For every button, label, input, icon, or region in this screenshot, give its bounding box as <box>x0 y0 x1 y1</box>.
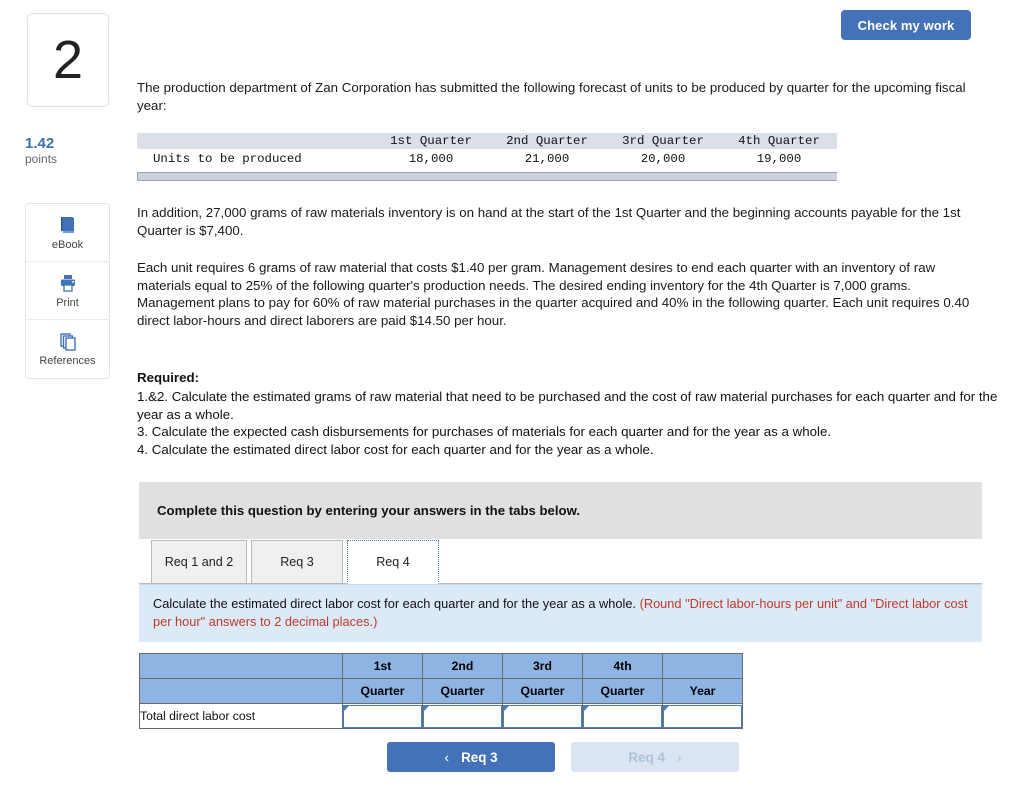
answer-table: 1st 2nd 3rd 4th Quarter Quarter Quarter … <box>139 653 743 729</box>
print-button[interactable]: Print <box>26 262 109 320</box>
tab-req-3[interactable]: Req 3 <box>251 540 343 584</box>
next-req-button: Req 4 › <box>571 742 739 772</box>
answer-header-4th: 4th <box>582 653 663 679</box>
answer-cell-q3[interactable] <box>502 703 583 729</box>
question-banner: Complete this question by entering your … <box>139 482 982 539</box>
tool-group: eBook Print References <box>25 203 110 379</box>
answer-header-quarter-1: Quarter <box>342 678 423 704</box>
instruction-panel: Calculate the estimated direct labor cos… <box>139 584 982 642</box>
forecast-table: 1st Quarter 2nd Quarter 3rd Quarter 4th … <box>137 133 837 169</box>
points-value: 1.42 <box>25 135 55 152</box>
check-my-work-button[interactable]: Check my work <box>841 10 971 40</box>
question-number: 2 <box>27 13 109 107</box>
input-total-direct-labor-q4[interactable] <box>583 704 662 728</box>
printer-icon <box>58 273 78 293</box>
tab-req-1-and-2[interactable]: Req 1 and 2 <box>151 540 247 584</box>
required-heading: Required: <box>137 370 200 385</box>
answer-header-1st: 1st <box>342 653 423 679</box>
forecast-value-q4: 19,000 <box>721 149 837 169</box>
prev-req-label: Req 3 <box>461 749 498 765</box>
answer-row-label: Total direct labor cost <box>139 703 343 729</box>
references-label: References <box>39 355 96 367</box>
answer-cell-q1[interactable] <box>342 703 423 729</box>
references-button[interactable]: References <box>26 320 109 378</box>
forecast-value-q1: 18,000 <box>373 149 489 169</box>
answer-cell-q2[interactable] <box>422 703 503 729</box>
forecast-header-blank <box>137 133 373 149</box>
forecast-header-q4: 4th Quarter <box>721 133 837 149</box>
forecast-data-row: Units to be produced 18,000 21,000 20,00… <box>137 149 837 169</box>
forecast-table-wrapper: 1st Quarter 2nd Quarter 3rd Quarter 4th … <box>137 133 837 181</box>
answer-header-2nd: 2nd <box>422 653 503 679</box>
input-total-direct-labor-year[interactable] <box>663 704 742 728</box>
answer-header-blank-3 <box>139 678 343 704</box>
required-item-1: 1.&2. Calculate the estimated grams of r… <box>137 389 998 422</box>
question-page: Check my work 2 1.42 points eBook Print … <box>0 0 1024 811</box>
answer-header-3rd: 3rd <box>502 653 583 679</box>
required-list: 1.&2. Calculate the estimated grams of r… <box>137 388 1017 458</box>
chevron-right-icon: › <box>676 749 682 765</box>
input-total-direct-labor-q1[interactable] <box>343 704 422 728</box>
answer-header-blank-2 <box>662 653 743 679</box>
required-item-3: 3. Calculate the expected cash disbursem… <box>137 424 832 439</box>
forecast-header-q2: 2nd Quarter <box>489 133 605 149</box>
instruction-text: Calculate the estimated direct labor cos… <box>153 596 636 611</box>
forecast-header-q3: 3rd Quarter <box>605 133 721 149</box>
question-panel: Complete this question by entering your … <box>139 482 982 642</box>
forecast-scrollbar-thumb[interactable] <box>138 173 837 180</box>
answer-header-quarter-2: Quarter <box>422 678 503 704</box>
answer-cell-year[interactable] <box>662 703 743 729</box>
answer-header-quarter-4: Quarter <box>582 678 663 704</box>
intro-paragraph: The production department of Zan Corpora… <box>137 80 966 113</box>
answer-header-blank-1 <box>139 653 343 679</box>
references-icon <box>58 331 78 351</box>
print-label: Print <box>56 296 79 309</box>
inventory-paragraph: In addition, 27,000 grams of raw materia… <box>137 205 961 238</box>
answer-header-year: Year <box>662 678 743 704</box>
ebook-button[interactable]: eBook <box>26 204 109 262</box>
points-label: points <box>25 152 58 166</box>
tab-req-4[interactable]: Req 4 <box>347 540 439 584</box>
input-total-direct-labor-q3[interactable] <box>503 704 582 728</box>
required-item-4: 4. Calculate the estimated direct labor … <box>137 441 654 457</box>
input-total-direct-labor-q2[interactable] <box>423 704 502 728</box>
forecast-table-scrollbar[interactable] <box>137 172 837 181</box>
forecast-header-q1: 1st Quarter <box>373 133 489 149</box>
forecast-row-label: Units to be produced <box>137 149 373 169</box>
forecast-value-q3: 20,000 <box>605 149 721 169</box>
details-paragraph: Each unit requires 6 grams of raw materi… <box>137 260 970 328</box>
forecast-value-q2: 21,000 <box>489 149 605 169</box>
answer-header-row-1: 1st 2nd 3rd 4th <box>139 653 743 679</box>
requirement-navigation: ‹ Req 3 Req 4 › <box>387 742 739 772</box>
answer-cell-q4[interactable] <box>582 703 663 729</box>
answer-table-wrapper: 1st 2nd 3rd 4th Quarter Quarter Quarter … <box>139 653 743 729</box>
ebook-icon <box>58 215 78 235</box>
forecast-header-row: 1st Quarter 2nd Quarter 3rd Quarter 4th … <box>137 133 837 149</box>
ebook-label: eBook <box>51 238 84 251</box>
prev-req-button[interactable]: ‹ Req 3 <box>387 742 555 772</box>
table-row: Total direct labor cost <box>139 703 743 729</box>
next-req-label: Req 4 <box>628 749 665 765</box>
answer-header-quarter-3: Quarter <box>502 678 583 704</box>
requirement-tabs: Req 1 and 2 Req 3 Req 4 <box>139 539 982 584</box>
answer-header-row-2: Quarter Quarter Quarter Quarter Year <box>139 678 743 704</box>
chevron-left-icon: ‹ <box>444 749 450 765</box>
